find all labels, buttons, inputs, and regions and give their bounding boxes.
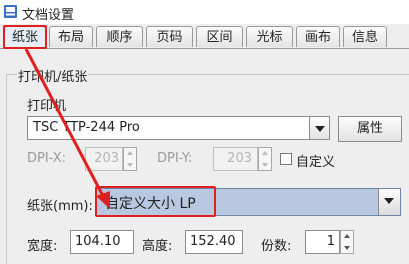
tab-cursor[interactable]: 光标 (246, 26, 293, 47)
chevron-down-icon[interactable] (309, 117, 329, 139)
paper-highlight-box (95, 186, 216, 217)
dpi-x-input[interactable]: 203 (85, 147, 123, 171)
printer-value: TSC TTP-244 Pro (33, 120, 140, 135)
height-input[interactable]: 152.40 (185, 230, 243, 254)
tab-layout[interactable]: 布局 (49, 26, 93, 47)
tab-info[interactable]: 信息 (343, 26, 387, 47)
copies-label: 份数: (261, 239, 292, 254)
dpi-y-input[interactable]: 203 (213, 147, 258, 171)
dpi-x-label: DPI-X: (27, 151, 67, 166)
custom-dpi-label: 自定义 (296, 155, 336, 170)
dpi-y-label: DPI-Y: (157, 151, 193, 166)
printer-label: 打印机 (27, 99, 67, 114)
up-arrow-icon (127, 151, 133, 155)
paper-label: 纸张(mm): (27, 199, 93, 214)
width-input[interactable]: 104.10 (70, 230, 134, 254)
app-icon (4, 5, 17, 18)
copies-stepper[interactable] (340, 230, 354, 254)
dpi-y-stepper[interactable] (258, 147, 272, 171)
group-title: 打印机/纸张 (17, 66, 89, 85)
chevron-down-icon[interactable] (378, 189, 400, 215)
properties-button[interactable]: 属性 (338, 116, 402, 142)
tab-page-number[interactable]: 页码 (146, 26, 193, 47)
dpi-x-stepper[interactable] (123, 147, 137, 171)
tab-canvas[interactable]: 画布 (296, 26, 340, 47)
up-arrow-icon (262, 151, 268, 155)
down-arrow-icon (127, 163, 133, 167)
width-label: 宽度: (27, 239, 58, 254)
printer-select[interactable]: TSC TTP-244 Pro (27, 116, 330, 140)
height-label: 高度: (142, 239, 173, 254)
down-arrow-icon (262, 163, 268, 167)
tab-highlight-box (3, 25, 47, 49)
window-title: 文档设置 (22, 8, 75, 23)
down-arrow-icon (344, 246, 350, 250)
tab-order[interactable]: 顺序 (96, 26, 143, 47)
tab-range[interactable]: 区间 (196, 26, 243, 47)
custom-dpi-checkbox[interactable] (280, 153, 292, 165)
up-arrow-icon (344, 234, 350, 238)
copies-input[interactable]: 1 (305, 230, 340, 254)
